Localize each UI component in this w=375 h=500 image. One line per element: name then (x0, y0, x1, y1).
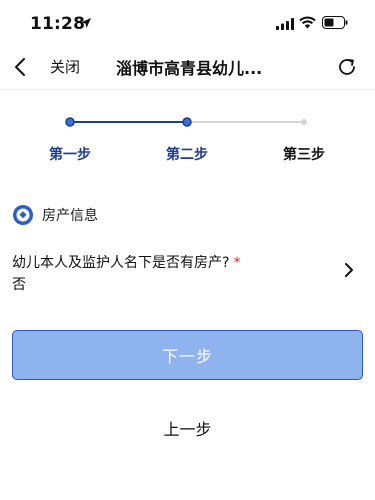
back-button[interactable] (2, 48, 38, 86)
property-question-row[interactable]: 幼儿本人及监护人名下是否有房产? * 否 (0, 244, 375, 296)
signal-icon (276, 18, 294, 30)
nav-bar: 关闭 淄博市高青县幼儿... (0, 44, 375, 90)
section-header: 房产信息 (12, 204, 98, 226)
required-mark: * (233, 255, 241, 271)
step-3-label: 第三步 (283, 147, 325, 163)
house-info-icon (13, 205, 33, 225)
step-2-dot (182, 117, 192, 127)
step-3-dot (301, 119, 307, 125)
question-label: 幼儿本人及监护人名下是否有房产? * (12, 252, 240, 272)
section-title: 房产信息 (42, 208, 98, 224)
step-2-label: 第二步 (166, 147, 208, 163)
refresh-icon (339, 59, 355, 75)
refresh-button[interactable] (332, 52, 362, 82)
question-text: 幼儿本人及监护人名下是否有房产? (12, 255, 230, 271)
previous-step-button[interactable]: 上一步 (12, 404, 363, 452)
status-time: 11:28 (30, 14, 86, 34)
battery-icon (322, 16, 348, 29)
page-title: 淄博市高青县幼儿... (116, 59, 263, 78)
answer-value: 否 (12, 277, 26, 293)
stepper: 第一步 第二步 第三步 (0, 96, 375, 176)
chevron-right-icon (345, 263, 353, 277)
back-icon (15, 58, 25, 76)
close-button[interactable]: 关闭 (50, 56, 80, 77)
status-bar: 11:28 (0, 0, 375, 44)
location-arrow-icon (81, 18, 91, 28)
wifi-icon (299, 16, 316, 29)
stepper-track (65, 117, 307, 127)
page-root: 11:28 关闭 淄博市高青县幼儿... 第一步 第二步 第三步 房产信息 幼儿… (0, 0, 375, 500)
next-step-button[interactable]: 下一步 (12, 330, 363, 380)
step-1-dot (65, 117, 75, 127)
step-1-label: 第一步 (49, 147, 91, 163)
